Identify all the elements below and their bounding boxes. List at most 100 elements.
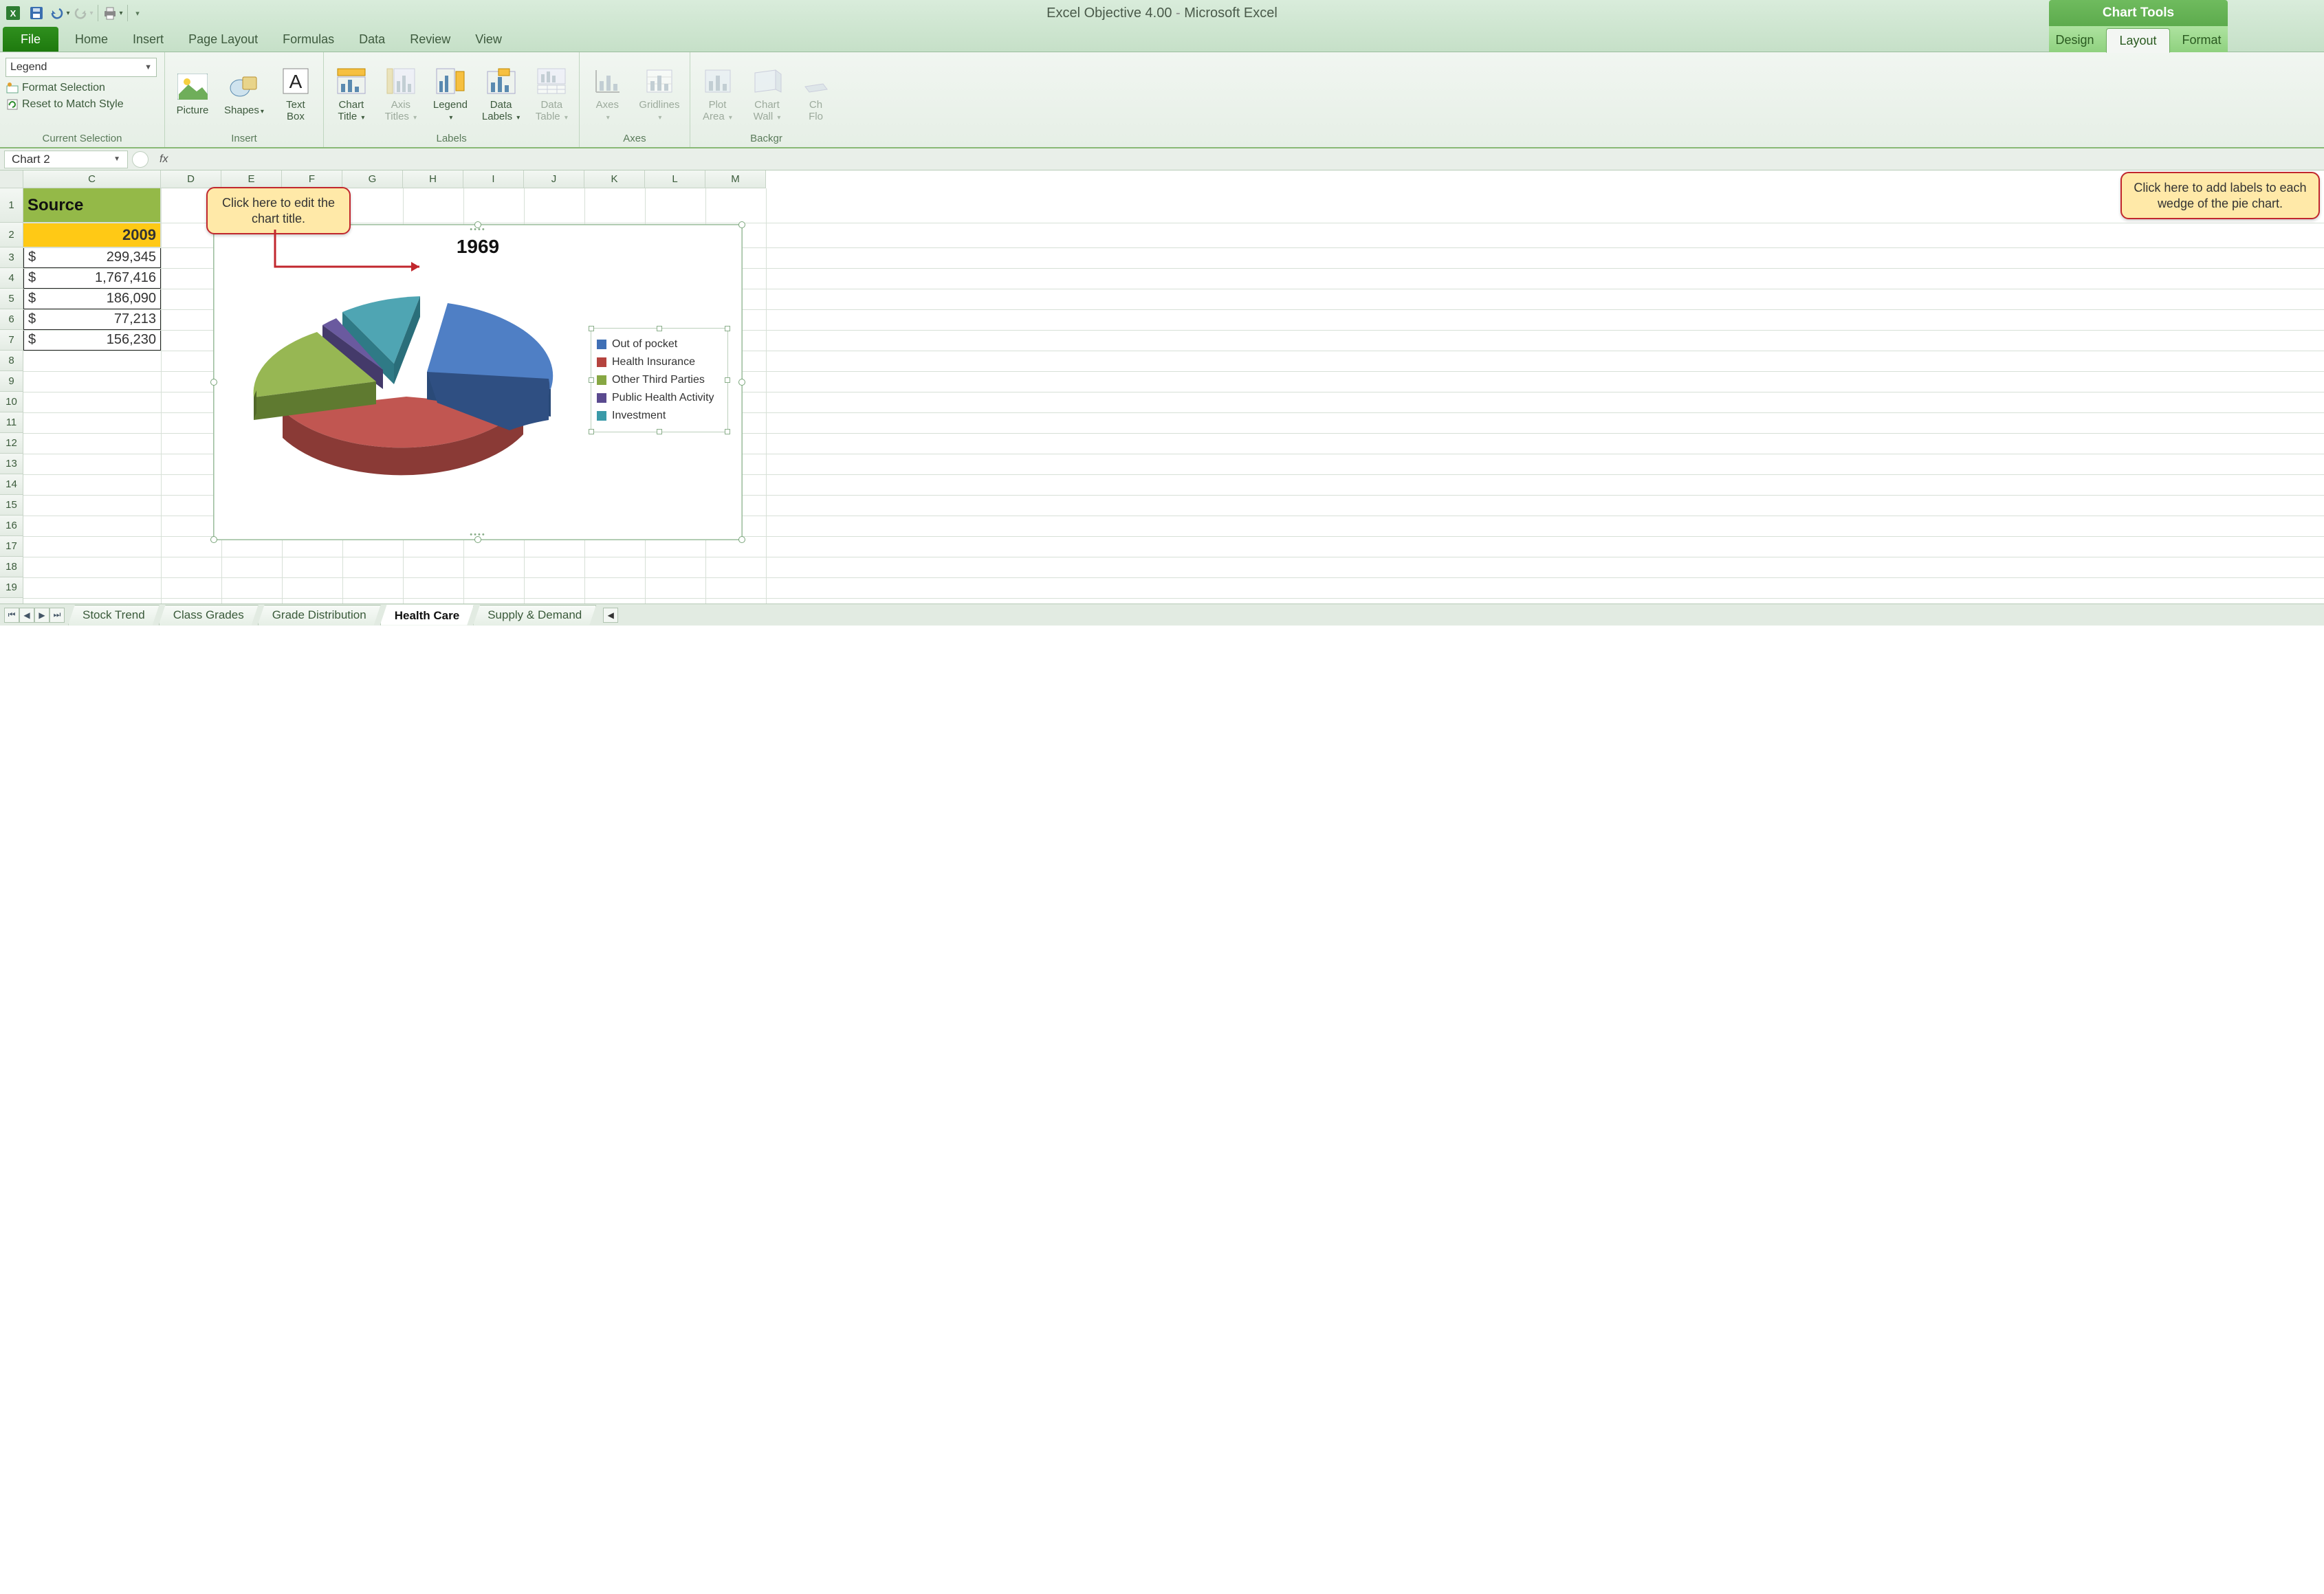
tab-layout[interactable]: Layout	[2106, 28, 2169, 53]
col-header-I[interactable]: I	[463, 170, 524, 188]
col-header-K[interactable]: K	[584, 170, 645, 188]
row-header-11[interactable]: 11	[0, 412, 23, 433]
sheet-nav-prev[interactable]: ◀	[19, 608, 34, 623]
col-header-M[interactable]: M	[705, 170, 766, 188]
tab-design[interactable]: Design	[2043, 27, 2106, 52]
cell-source-header[interactable]: Source	[23, 188, 161, 223]
resize-handle[interactable]	[738, 221, 745, 228]
row-header-3[interactable]: 3	[0, 247, 23, 268]
chart-object[interactable]: •••• •••• 1969	[213, 224, 743, 540]
legend-handle[interactable]	[657, 326, 662, 331]
chart-element-selector[interactable]: Legend ▼	[6, 58, 157, 77]
resize-handle[interactable]	[738, 379, 745, 386]
cell-value-4[interactable]: $156,230	[23, 330, 161, 351]
row-header-2[interactable]: 2	[0, 223, 23, 247]
legend-handle[interactable]	[589, 377, 594, 383]
print-icon[interactable]: ▾	[102, 3, 123, 23]
col-header-H[interactable]: H	[403, 170, 463, 188]
row-header-8[interactable]: 8	[0, 351, 23, 371]
row-header-18[interactable]: 18	[0, 557, 23, 577]
row-header-12[interactable]: 12	[0, 433, 23, 454]
col-header-D[interactable]: D	[161, 170, 221, 188]
resize-handle[interactable]	[210, 536, 217, 543]
sheet-tab-stock-trend[interactable]: Stock Trend	[68, 605, 160, 626]
resize-handle[interactable]	[474, 536, 481, 543]
sheet-nav-next[interactable]: ▶	[34, 608, 50, 623]
legend-handle[interactable]	[589, 429, 594, 434]
legend-handle[interactable]	[725, 429, 730, 434]
legend-item-4[interactable]: Investment	[597, 407, 722, 425]
cell-value-0[interactable]: $299,345	[23, 247, 161, 268]
select-all-cell[interactable]	[0, 170, 23, 188]
picture-button[interactable]: Picture	[171, 67, 215, 120]
col-header-F[interactable]: F	[282, 170, 342, 188]
qat-customize-icon[interactable]: ▾	[132, 3, 143, 23]
legend-item-1[interactable]: Health Insurance	[597, 353, 722, 371]
col-header-J[interactable]: J	[524, 170, 584, 188]
textbox-button[interactable]: A Text Box	[274, 61, 318, 125]
format-selection-button[interactable]: Format Selection	[6, 80, 159, 96]
tab-home[interactable]: Home	[63, 27, 120, 52]
resize-handle[interactable]	[474, 221, 481, 228]
row-header-16[interactable]: 16	[0, 516, 23, 536]
tab-data[interactable]: Data	[347, 27, 397, 52]
row-header-13[interactable]: 13	[0, 454, 23, 474]
tab-view[interactable]: View	[463, 27, 514, 52]
row-header-10[interactable]: 10	[0, 392, 23, 412]
row-header-19[interactable]: 19	[0, 577, 23, 598]
row-header-9[interactable]: 9	[0, 371, 23, 392]
excel-icon[interactable]: X	[3, 3, 23, 23]
row-header-6[interactable]: 6	[0, 309, 23, 330]
tab-file[interactable]: File	[3, 27, 58, 52]
cell-value-1[interactable]: $1,767,416	[23, 268, 161, 289]
tab-insert[interactable]: Insert	[120, 27, 176, 52]
cell-value-3[interactable]: $77,213	[23, 309, 161, 330]
chart-title-button[interactable]: Chart Title ▾	[329, 61, 373, 125]
tab-formulas[interactable]: Formulas	[270, 27, 347, 52]
sheet-tab-health-care[interactable]: Health Care	[380, 605, 474, 626]
sheet-nav-first[interactable]: ⏮	[4, 608, 19, 623]
row-header-14[interactable]: 14	[0, 474, 23, 495]
col-header-E[interactable]: E	[221, 170, 282, 188]
worksheet-grid[interactable]: CDEFGHIJKLM 1234567891011121314151617181…	[0, 170, 2324, 604]
sheet-tab-supply-&-demand[interactable]: Supply & Demand	[473, 605, 596, 626]
row-header-7[interactable]: 7	[0, 330, 23, 351]
formula-input-area[interactable]: fx	[132, 151, 2324, 168]
data-labels-button[interactable]: Data Labels ▾	[478, 61, 524, 125]
resize-handle[interactable]	[210, 379, 217, 386]
sheet-tab-class-grades[interactable]: Class Grades	[159, 605, 259, 626]
row-header-5[interactable]: 5	[0, 289, 23, 309]
legend-item-0[interactable]: Out of pocket	[597, 335, 722, 353]
save-icon[interactable]	[26, 3, 47, 23]
legend-item-2[interactable]: Other Third Parties	[597, 371, 722, 389]
legend-handle[interactable]	[657, 429, 662, 434]
legend-handle[interactable]	[725, 326, 730, 331]
sheet-tab-grade-distribution[interactable]: Grade Distribution	[258, 605, 381, 626]
chart-legend[interactable]: Out of pocketHealth InsuranceOther Third…	[591, 328, 728, 432]
col-header-L[interactable]: L	[645, 170, 705, 188]
cell-year-header[interactable]: 2009	[23, 223, 161, 247]
row-header-20[interactable]: 20	[0, 598, 23, 604]
hscroll-left[interactable]: ◀	[603, 608, 618, 623]
legend-handle[interactable]	[589, 326, 594, 331]
tab-review[interactable]: Review	[397, 27, 463, 52]
col-header-C[interactable]: C	[23, 170, 161, 188]
row-header-17[interactable]: 17	[0, 536, 23, 557]
sheet-nav-last[interactable]: ⏭	[50, 608, 65, 623]
col-header-G[interactable]: G	[342, 170, 403, 188]
tab-format[interactable]: Format	[2170, 27, 2234, 52]
cell-value-2[interactable]: $186,090	[23, 289, 161, 309]
resize-handle[interactable]	[738, 536, 745, 543]
pie-chart[interactable]	[228, 273, 585, 520]
chart-title[interactable]: 1969	[214, 236, 742, 258]
legend-handle[interactable]	[725, 377, 730, 383]
row-header-1[interactable]: 1	[0, 188, 23, 223]
name-box[interactable]: Chart 2 ▼	[4, 151, 128, 168]
row-header-4[interactable]: 4	[0, 268, 23, 289]
tab-page-layout[interactable]: Page Layout	[176, 27, 270, 52]
undo-icon[interactable]: ▾	[50, 3, 70, 23]
legend-button[interactable]: Legend▾	[428, 61, 472, 125]
legend-item-3[interactable]: Public Health Activity	[597, 389, 722, 407]
shapes-button[interactable]: Shapes▾	[220, 67, 268, 120]
row-header-15[interactable]: 15	[0, 495, 23, 516]
